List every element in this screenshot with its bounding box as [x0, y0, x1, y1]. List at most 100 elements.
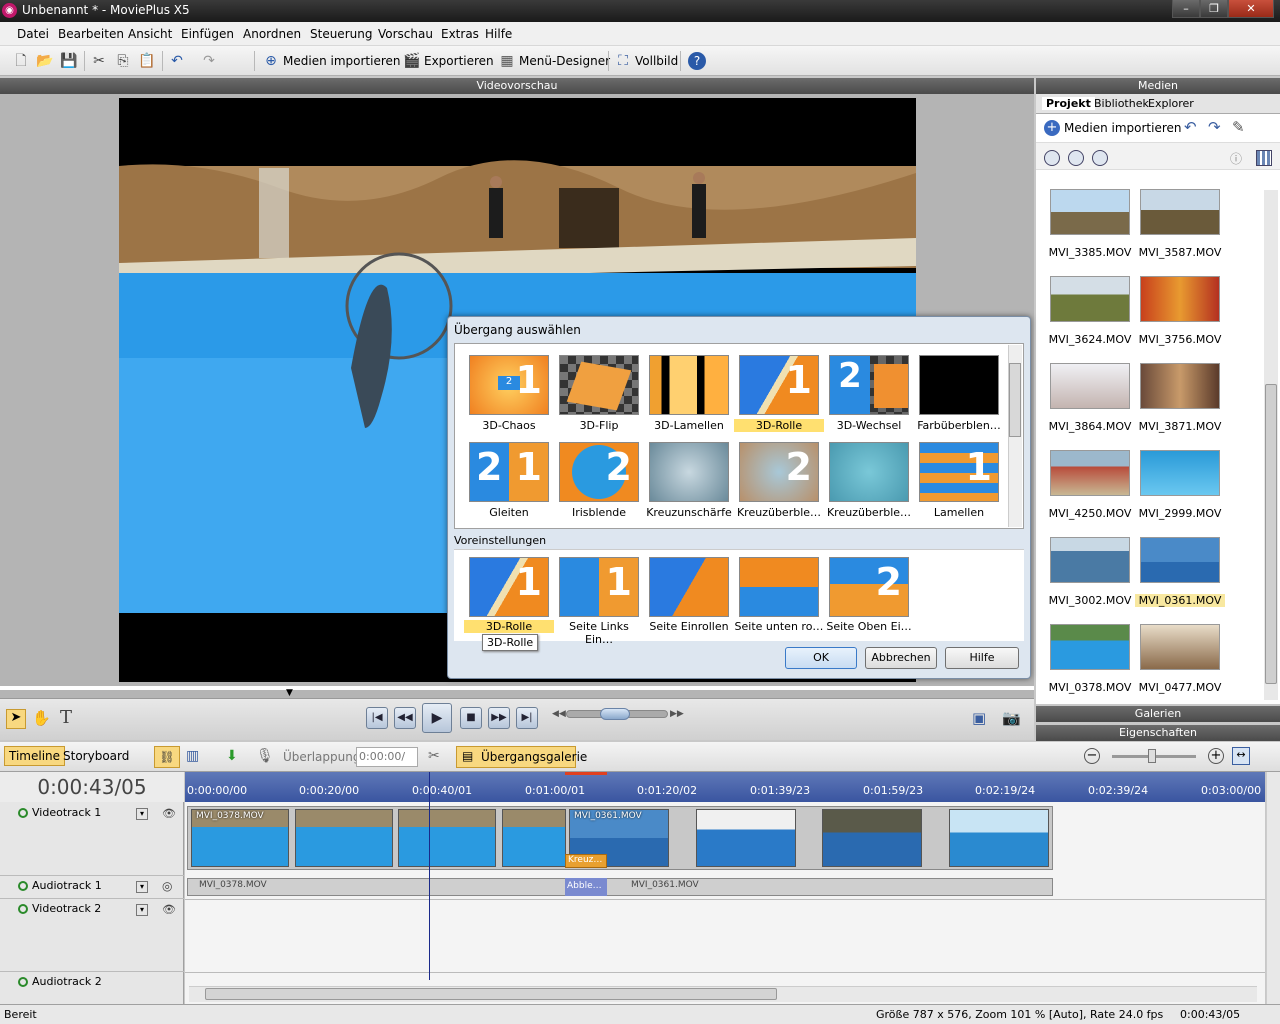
- marker-icon[interactable]: ⬇: [226, 748, 238, 764]
- track-menu-icon[interactable]: ▾: [136, 881, 148, 893]
- save-icon[interactable]: 💾: [60, 52, 78, 70]
- hand-tool-icon[interactable]: ✋: [32, 709, 51, 727]
- video-filter-icon[interactable]: [1044, 150, 1060, 166]
- transition-thumbnail[interactable]: 2: [829, 355, 909, 415]
- info-icon[interactable]: ⓘ: [1230, 150, 1246, 166]
- cut-icon[interactable]: ✂: [90, 52, 108, 70]
- import-media-icon[interactable]: ⊕: [262, 52, 280, 70]
- redo-media-icon[interactable]: ↷: [1208, 118, 1221, 136]
- maximize-button[interactable]: ❐: [1200, 0, 1228, 18]
- close-button[interactable]: ✕: [1228, 0, 1274, 18]
- edit-icon[interactable]: ✎: [1232, 118, 1245, 136]
- track-menu-icon[interactable]: ▾: [136, 904, 148, 916]
- tab-explorer[interactable]: Explorer: [1148, 97, 1194, 110]
- eye-icon[interactable]: 👁: [162, 807, 176, 820]
- transition-thumbnail[interactable]: [649, 355, 729, 415]
- media-thumbnail[interactable]: [1140, 363, 1220, 409]
- menu-steuerung[interactable]: Steuerung: [310, 27, 372, 41]
- audio-filter-icon[interactable]: [1092, 150, 1108, 166]
- track-menu-icon[interactable]: ▾: [136, 808, 148, 820]
- shuttle-thumb[interactable]: [600, 708, 630, 720]
- go-to-start-button[interactable]: |◀: [366, 707, 388, 729]
- video-clip-frame[interactable]: [696, 809, 796, 867]
- split-icon[interactable]: ✂: [428, 748, 440, 764]
- undo-media-icon[interactable]: ↶: [1184, 118, 1197, 136]
- video-clip-frame[interactable]: MVI_0378.MOV: [191, 809, 289, 867]
- image-filter-icon[interactable]: [1068, 150, 1084, 166]
- shuttle-back-icon[interactable]: ◀◀: [552, 709, 566, 719]
- transition-thumbnail[interactable]: 2: [739, 442, 819, 502]
- ok-button[interactable]: OK: [785, 647, 857, 669]
- aspect-icon[interactable]: ▣: [972, 709, 986, 727]
- overlap-input[interactable]: 0:00:00/: [356, 747, 418, 767]
- media-thumbnail[interactable]: [1050, 624, 1130, 670]
- audio-clip-label[interactable]: MVI_0361.MOV: [631, 880, 699, 890]
- tab-timeline[interactable]: Timeline: [4, 746, 66, 766]
- media-thumbnail[interactable]: [1140, 624, 1220, 670]
- time-ruler[interactable]: 0:00:00/00 0:00:20/00 0:00:40/01 0:01:00…: [185, 772, 1265, 802]
- fullscreen-button[interactable]: Vollbild: [635, 54, 678, 68]
- text-tool-icon[interactable]: T: [60, 707, 72, 728]
- audio-transition-block[interactable]: Abble…: [565, 878, 607, 896]
- media-import-button[interactable]: Medien importieren: [1064, 121, 1182, 135]
- grid-view-icon[interactable]: [1256, 150, 1272, 166]
- galleries-header[interactable]: Galerien: [1036, 706, 1280, 722]
- copy-icon[interactable]: ⎘: [114, 52, 132, 70]
- open-icon[interactable]: 📂: [36, 52, 54, 70]
- tab-bibliothek[interactable]: Bibliothek: [1094, 97, 1149, 110]
- tracks-vertical-scrollbar[interactable]: [1266, 772, 1280, 1004]
- export-button[interactable]: Exportieren: [424, 54, 494, 68]
- preset-thumbnail[interactable]: 1: [469, 557, 549, 617]
- menu-anordnen[interactable]: Anordnen: [243, 27, 301, 41]
- minimize-button[interactable]: –: [1172, 0, 1200, 18]
- preview-scrubber[interactable]: [0, 686, 1034, 690]
- play-button[interactable]: ▶: [422, 703, 452, 733]
- link-icon[interactable]: ⛓: [154, 746, 180, 768]
- video-clip-frame[interactable]: [502, 809, 566, 867]
- video-clip-frame[interactable]: [949, 809, 1049, 867]
- media-thumbnail[interactable]: [1140, 189, 1220, 235]
- track-view-icon[interactable]: ▥: [186, 748, 199, 764]
- menu-extras[interactable]: Extras: [441, 27, 479, 41]
- transition-thumbnail[interactable]: [559, 355, 639, 415]
- tab-projekt[interactable]: Projekt: [1042, 97, 1095, 110]
- help-button[interactable]: Hilfe: [945, 647, 1019, 669]
- menu-einfuegen[interactable]: Einfügen: [181, 27, 234, 41]
- track-enable-icon[interactable]: [18, 977, 28, 987]
- audio-clip-label[interactable]: MVI_0378.MOV: [199, 880, 267, 890]
- redo-icon[interactable]: ↷: [200, 52, 218, 70]
- track-enable-icon[interactable]: [18, 881, 28, 891]
- video-clip-frame[interactable]: [295, 809, 393, 867]
- menu-hilfe[interactable]: Hilfe: [485, 27, 512, 41]
- fullscreen-icon[interactable]: ⛶: [614, 52, 632, 70]
- stop-button[interactable]: ■: [460, 707, 482, 729]
- snapshot-camera-icon[interactable]: 📷: [1002, 709, 1021, 727]
- media-thumbnail[interactable]: [1050, 450, 1130, 496]
- cancel-button[interactable]: Abbrechen: [865, 647, 937, 669]
- playhead[interactable]: [429, 772, 430, 980]
- eye-icon[interactable]: 👁: [162, 903, 176, 916]
- transition-thumbnail[interactable]: 1: [919, 442, 999, 502]
- transition-thumbnail[interactable]: [649, 442, 729, 502]
- zoom-in-icon[interactable]: +: [1208, 748, 1224, 764]
- menu-bearbeiten[interactable]: Bearbeiten: [58, 27, 124, 41]
- media-scrollbar-thumb[interactable]: [1265, 384, 1277, 684]
- preset-thumbnail[interactable]: 1: [559, 557, 639, 617]
- transition-thumbnail[interactable]: [829, 442, 909, 502]
- microphone-icon[interactable]: 🎙: [256, 748, 274, 764]
- track-enable-icon[interactable]: [18, 808, 28, 818]
- transition-thumbnail[interactable]: 2: [559, 442, 639, 502]
- zoom-slider-thumb[interactable]: [1148, 749, 1156, 763]
- menu-vorschau[interactable]: Vorschau: [378, 27, 433, 41]
- track-enable-icon[interactable]: [18, 904, 28, 914]
- playhead-marker-icon[interactable]: ▼: [286, 688, 293, 698]
- media-thumbnail[interactable]: [1140, 537, 1220, 583]
- preset-thumbnail[interactable]: [739, 557, 819, 617]
- select-tool-icon[interactable]: ➤: [6, 709, 26, 729]
- transition-thumbnail[interactable]: 12: [469, 355, 549, 415]
- undo-icon[interactable]: ↶: [168, 52, 186, 70]
- media-thumbnail[interactable]: [1050, 363, 1130, 409]
- help-icon[interactable]: ?: [688, 52, 706, 70]
- paste-icon[interactable]: 📋: [138, 52, 156, 70]
- transitions-scrollbar-thumb[interactable]: [1009, 363, 1021, 437]
